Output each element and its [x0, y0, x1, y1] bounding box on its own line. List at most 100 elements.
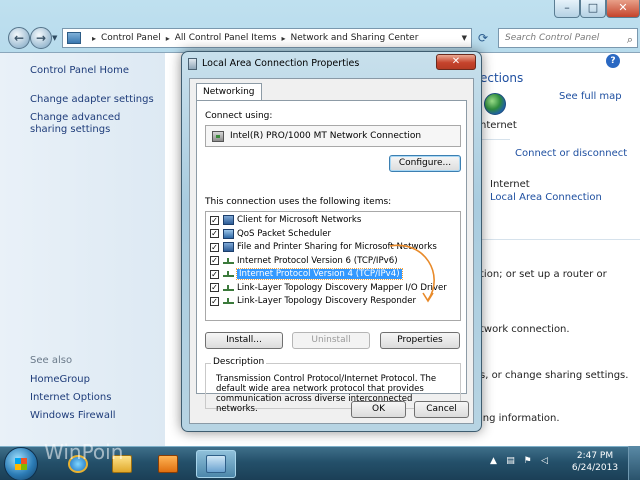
troubleshoot-text: ing information.: [480, 413, 560, 424]
checkbox[interactable]: ✓: [210, 283, 219, 292]
connection-items-list[interactable]: ✓ Client for Microsoft Networks ✓ QoS Pa…: [205, 211, 461, 321]
media-player-icon: [158, 455, 178, 473]
description-label: Description: [211, 357, 267, 367]
lan-properties-dialog: Local Area Connection Properties ✕ Netwo…: [181, 51, 482, 432]
show-hidden-icons-icon[interactable]: ▲: [488, 456, 499, 467]
dialog-title: Local Area Connection Properties: [202, 58, 360, 69]
protocol-icon: [223, 284, 234, 291]
control-panel-icon: [206, 455, 226, 473]
install-button[interactable]: Install...: [205, 332, 283, 349]
connections-title: ections: [480, 71, 524, 85]
connect-using-label: Connect using:: [205, 111, 273, 121]
list-item-selected[interactable]: ✓ Internet Protocol Version 4 (TCP/IPv4): [210, 268, 403, 280]
watermark: WinPoin: [44, 440, 124, 464]
uninstall-button[interactable]: Uninstall: [292, 332, 370, 349]
items-label: This connection uses the following items…: [205, 197, 392, 207]
setup-connection-text: tion; or set up a router or: [480, 269, 607, 280]
back-arrow-icon[interactable]: ←: [8, 27, 30, 49]
system-tray: ▲ ▤ ⚑ ◁: [488, 456, 550, 467]
checkbox[interactable]: ✓: [210, 242, 219, 252]
start-button-icon[interactable]: [4, 447, 38, 480]
clock-time: 2:47 PM: [576, 451, 614, 461]
connect-network-text: twork connection.: [480, 324, 570, 335]
list-item-label: Link-Layer Topology Discovery Mapper I/O…: [237, 282, 447, 293]
windows-firewall-link[interactable]: Windows Firewall: [30, 410, 116, 422]
search-input[interactable]: Search Control Panel ⌕: [498, 28, 638, 48]
show-desktop-button[interactable]: [628, 446, 640, 480]
control-panel-home-link[interactable]: Control Panel Home: [30, 65, 129, 77]
list-item[interactable]: ✓ Link-Layer Topology Discovery Mapper I…: [210, 282, 447, 294]
see-full-map-link[interactable]: See full map: [559, 91, 622, 102]
recent-pages-dropdown-icon[interactable]: ▼: [52, 34, 57, 42]
search-placeholder: Search Control Panel: [505, 33, 600, 43]
search-icon[interactable]: ⌕: [627, 31, 633, 49]
globe-icon: [484, 93, 506, 115]
address-dropdown-icon[interactable]: ▼: [462, 34, 467, 42]
breadcrumb-separator-icon[interactable]: ▸: [92, 34, 96, 43]
share-icon: [223, 242, 234, 252]
dialog-close-button[interactable]: ✕: [436, 54, 476, 70]
forward-arrow-icon[interactable]: →: [30, 27, 52, 49]
adapter-name: Intel(R) PRO/1000 MT Network Connection: [230, 131, 422, 141]
breadcrumb-all-items[interactable]: All Control Panel Items: [175, 33, 277, 43]
list-item-label: Client for Microsoft Networks: [237, 215, 362, 225]
qos-icon: [223, 228, 234, 239]
checkbox[interactable]: ✓: [210, 229, 219, 238]
checkbox[interactable]: ✓: [210, 256, 219, 265]
breadcrumb-network-sharing[interactable]: Network and Sharing Center: [290, 33, 418, 43]
address-bar[interactable]: ▸ Control Panel ▸ All Control Panel Item…: [62, 28, 472, 48]
list-item-label: QoS Packet Scheduler: [237, 228, 332, 239]
ok-button[interactable]: OK: [351, 401, 406, 418]
networking-tab-panel: Connect using: Intel(R) PRO/1000 MT Netw…: [196, 100, 467, 414]
adapter-field: Intel(R) PRO/1000 MT Network Connection: [205, 125, 461, 147]
change-advanced-sharing-link[interactable]: Change advanced sharing settings: [30, 112, 155, 136]
clock[interactable]: 2:47 PM 6/24/2013: [570, 450, 620, 474]
dialog-body: Networking Connect using: Intel(R) PRO/1…: [189, 78, 474, 424]
close-icon[interactable]: ✕: [606, 0, 640, 18]
checkbox[interactable]: ✓: [210, 296, 219, 306]
checkbox[interactable]: ✓: [210, 215, 219, 225]
list-item[interactable]: ✓ Internet Protocol Version 6 (TCP/IPv6): [210, 255, 398, 267]
action-center-flag-icon[interactable]: ⚑: [522, 456, 533, 467]
protocol-icon: [223, 298, 234, 304]
breadcrumb-control-panel[interactable]: Control Panel: [101, 33, 161, 43]
connect-or-disconnect-link[interactable]: Connect or disconnect: [515, 148, 627, 159]
list-item-label: File and Printer Sharing for Microsoft N…: [237, 242, 437, 252]
list-item[interactable]: ✓ QoS Packet Scheduler: [210, 228, 331, 240]
list-item-label: Link-Layer Topology Discovery Responder: [237, 296, 417, 306]
explorer-titlebar: – □ ✕: [0, 0, 640, 24]
internet-options-link[interactable]: Internet Options: [30, 392, 111, 404]
access-type-value: Internet: [490, 179, 530, 190]
tab-networking[interactable]: Networking: [196, 83, 262, 101]
taskbar-control-panel[interactable]: [196, 450, 236, 478]
configure-button[interactable]: Configure...: [389, 155, 461, 172]
list-item[interactable]: ✓ File and Printer Sharing for Microsoft…: [210, 241, 437, 253]
homegroup-link[interactable]: HomeGroup: [30, 374, 90, 386]
taskbar-media-player[interactable]: [148, 450, 188, 478]
list-item-label: Internet Protocol Version 6 (TCP/IPv6): [237, 255, 398, 266]
list-item[interactable]: ✓ Client for Microsoft Networks: [210, 214, 361, 226]
address-row: ← → ▼ ▸ Control Panel ▸ All Control Pane…: [0, 24, 640, 52]
divider: [470, 239, 640, 240]
network-connection-icon: [188, 58, 197, 70]
local-area-connection-link[interactable]: Local Area Connection: [490, 192, 602, 203]
refresh-icon[interactable]: ⟳: [474, 30, 492, 48]
checkbox[interactable]: ✓: [210, 269, 219, 279]
properties-button[interactable]: Properties: [380, 332, 460, 349]
breadcrumb-separator-icon[interactable]: ▸: [166, 34, 170, 43]
list-item[interactable]: ✓ Link-Layer Topology Discovery Responde…: [210, 295, 416, 307]
help-icon[interactable]: ?: [606, 54, 620, 68]
change-adapter-settings-link[interactable]: Change adapter settings: [30, 94, 154, 106]
volume-icon[interactable]: ◁: [539, 456, 550, 467]
network-tray-icon[interactable]: ▤: [505, 456, 516, 467]
internet-label: nternet: [480, 120, 517, 131]
clock-date: 6/24/2013: [571, 463, 619, 473]
client-icon: [223, 215, 234, 225]
right-pane: ections See full map nternet Connect or …: [470, 53, 640, 447]
list-item-label: Internet Protocol Version 4 (TCP/IPv4): [236, 268, 403, 280]
left-pane: Control Panel Home Change adapter settin…: [0, 53, 165, 447]
minimize-icon[interactable]: –: [554, 0, 580, 18]
cancel-button[interactable]: Cancel: [414, 401, 469, 418]
maximize-icon[interactable]: □: [580, 0, 606, 18]
breadcrumb-separator-icon[interactable]: ▸: [281, 34, 285, 43]
